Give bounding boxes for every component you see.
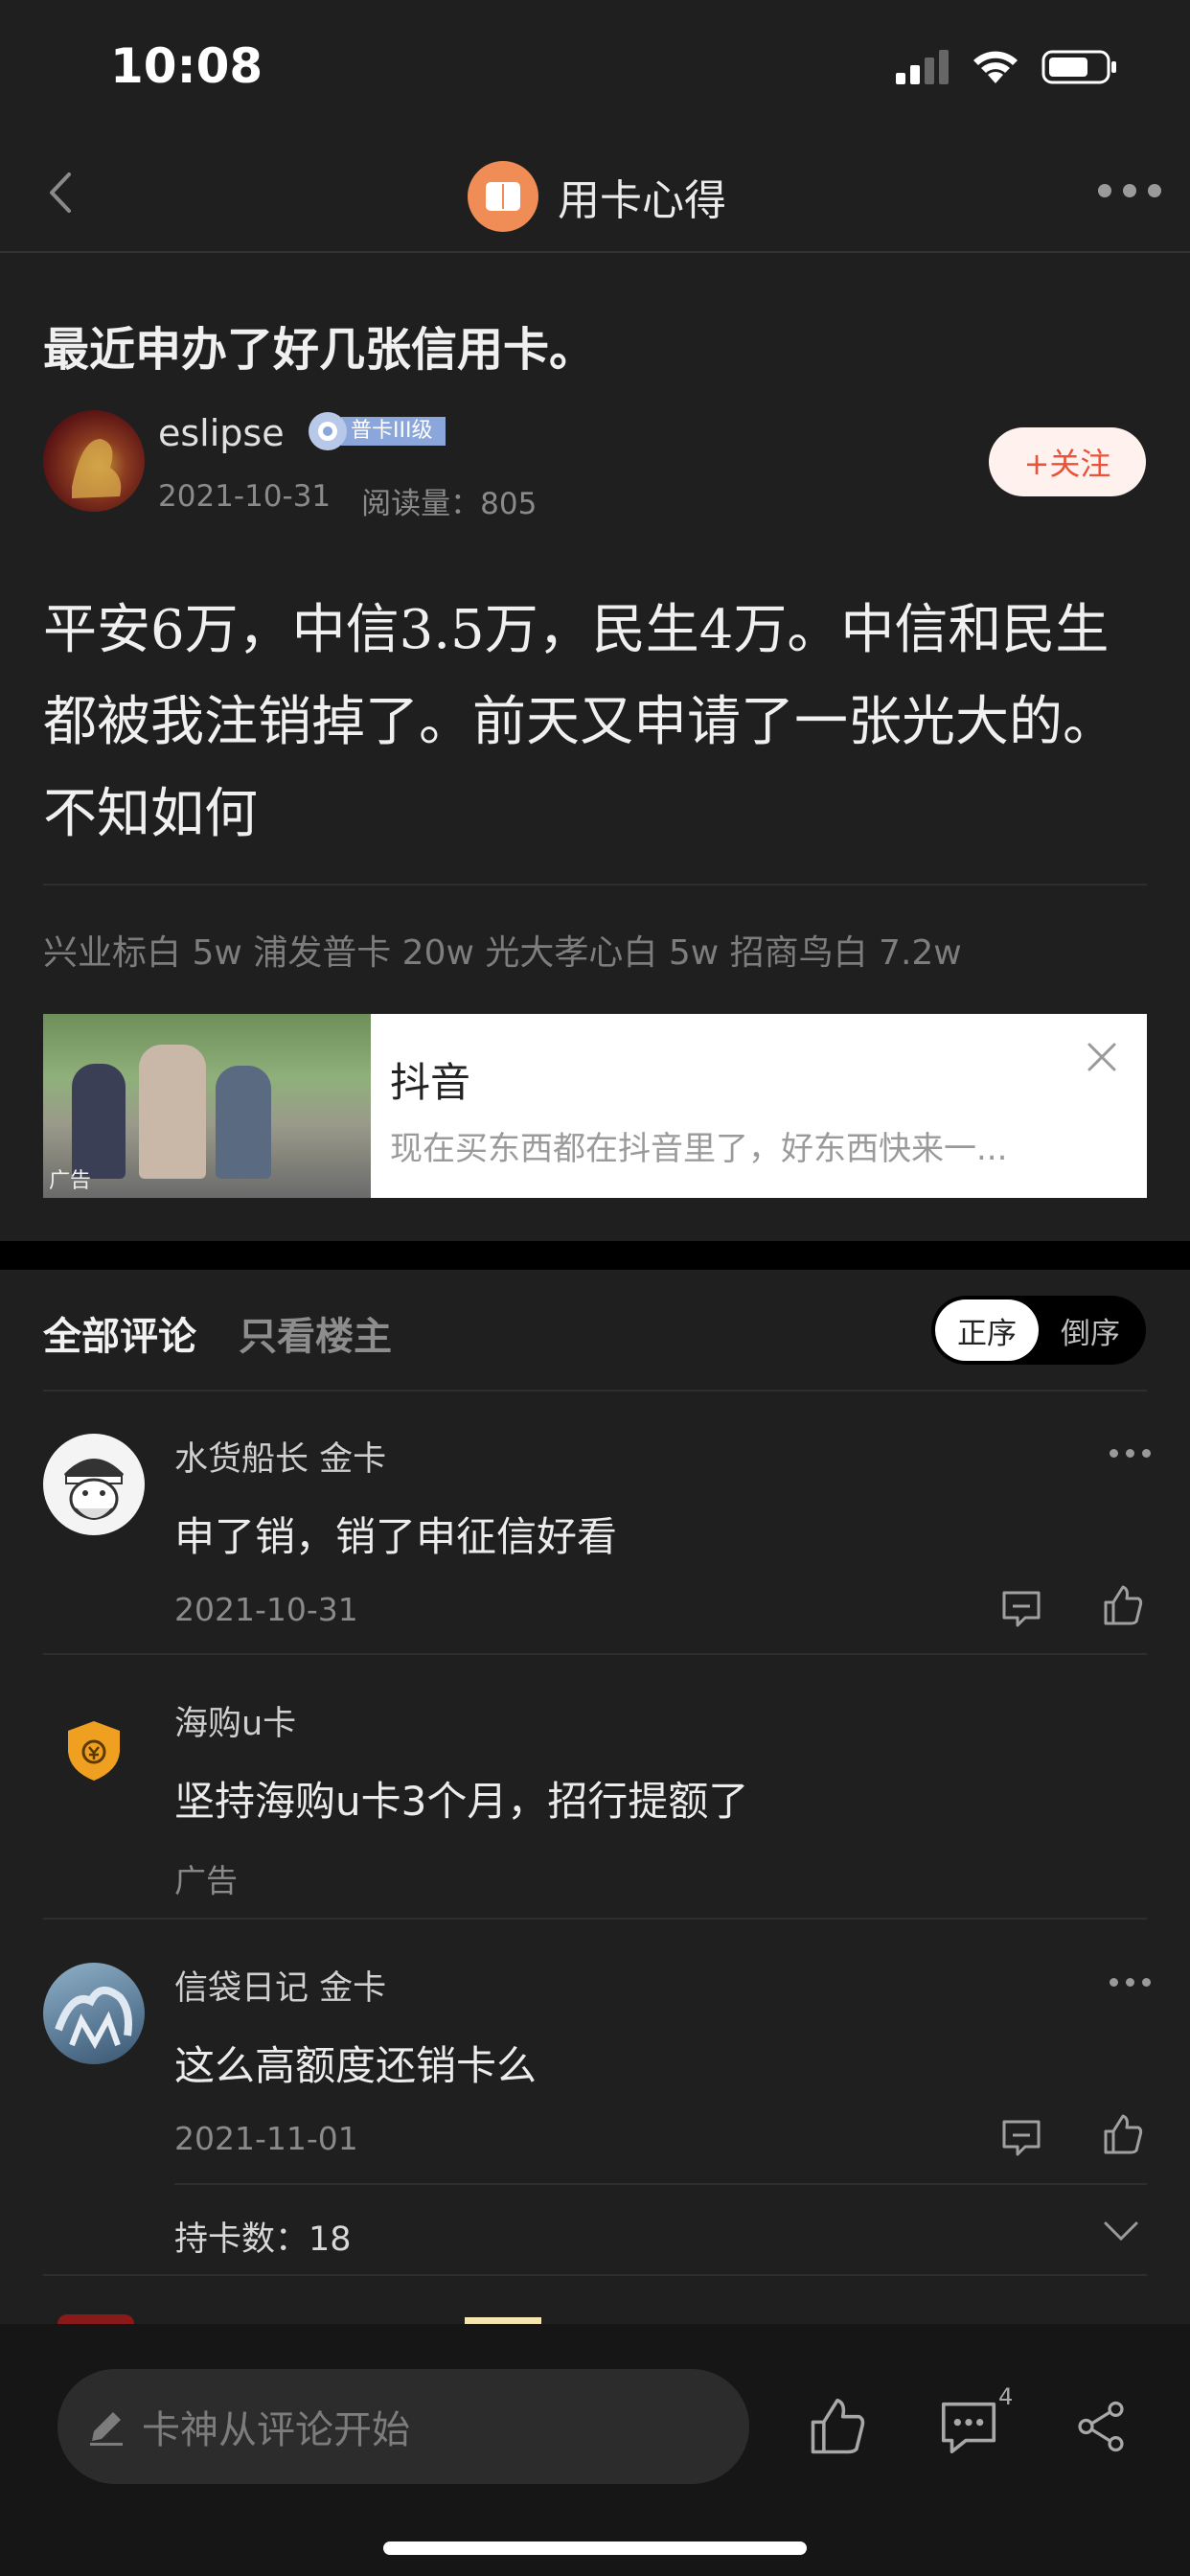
tab-all-comments[interactable]: 全部评论 [43, 1305, 196, 1361]
comment-bubble-icon[interactable] [935, 2393, 1002, 2460]
comment-date: 2021-11-01 [174, 2120, 358, 2157]
comment-text: 申了销，销了申征信好看 [174, 1513, 618, 1560]
post-signature: 兴业标白 5w 浦发普卡 20w 光大孝心白 5w 招商鸟白 7.2w [43, 933, 962, 973]
sort-descending[interactable]: 倒序 [1039, 1300, 1142, 1361]
ad-comment-text[interactable]: 坚持海购u卡3个月，招行提额了 [174, 1769, 748, 1828]
badge-star-icon [309, 412, 347, 450]
commenter-name[interactable]: 水货船长 金卡 [174, 1432, 386, 1481]
wifi-icon [973, 51, 1018, 83]
home-indicator [383, 2542, 807, 2555]
divider [43, 1653, 1147, 1655]
ad-label: 广告 [49, 1169, 92, 1193]
like-icon[interactable] [1100, 1583, 1146, 1629]
more-options-icon[interactable] [1098, 184, 1161, 197]
advertiser-avatar[interactable] [43, 1698, 145, 1800]
comment-input-placeholder: 卡神从评论开始 [142, 2408, 410, 2452]
reply-icon[interactable] [998, 1585, 1044, 1631]
post-views: 阅读量：805 [361, 487, 538, 521]
ad-title: 抖音 [390, 1059, 471, 1106]
back-arrow-icon[interactable] [38, 169, 86, 217]
divider [43, 1918, 1147, 1920]
like-post-icon[interactable] [805, 2395, 870, 2460]
advertiser-name[interactable]: 海购u卡 [174, 1696, 296, 1745]
share-icon[interactable] [1071, 2397, 1131, 2456]
divider [43, 1390, 1147, 1392]
comment-more-icon[interactable] [1110, 1978, 1151, 1987]
tab-op-only[interactable]: 只看楼主 [239, 1305, 392, 1361]
reply-icon[interactable] [998, 2114, 1044, 2160]
chevron-down-icon[interactable] [1098, 2208, 1144, 2254]
comment-date: 2021-10-31 [174, 1591, 358, 1628]
next-commenter-avatar-partial [57, 2314, 134, 2324]
signal-icon [896, 50, 949, 84]
status-time: 10:08 [110, 38, 263, 94]
badge-label: 普卡III级 [341, 417, 446, 446]
commenter-avatar[interactable] [43, 1434, 145, 1535]
card-count: 持卡数：18 [174, 2220, 352, 2259]
comment-text: 这么高额度还销卡么 [174, 2042, 538, 2089]
channel-title: 用卡心得 [558, 176, 726, 225]
close-icon[interactable] [1086, 1041, 1118, 1073]
post-title: 最近申办了好几张信用卡。 [43, 323, 596, 377]
like-icon[interactable] [1100, 2112, 1146, 2158]
comment-input[interactable]: 卡神从评论开始 [57, 2369, 749, 2484]
post-meta: 2021-10-31 阅读量：805 [158, 479, 537, 522]
sort-ascending[interactable]: 正序 [935, 1300, 1039, 1361]
author-avatar[interactable] [43, 410, 145, 512]
commenter-name[interactable]: 信袋日记 金卡 [174, 1961, 386, 2010]
post-date: 2021-10-31 [158, 479, 332, 514]
pencil-icon [90, 2412, 123, 2446]
commenter-avatar[interactable] [43, 1963, 145, 2064]
post-body: 平安6万，中信3.5万，民生4万。中信和民生都被我注销掉了。前天又申请了一张光大… [43, 599, 1116, 845]
author-name[interactable]: eslipse [158, 412, 285, 454]
comment-tabs: 全部评论 只看楼主 [43, 1305, 392, 1361]
level-badge: 普卡III级 [309, 412, 446, 450]
comment-more-icon[interactable] [1110, 1449, 1151, 1458]
section-divider [0, 1241, 1190, 1270]
ad-description: 现在买东西都在抖音里了，好东西快来一... [390, 1130, 1008, 1168]
ad-tag: 广告 [174, 1862, 238, 1899]
comment-count: 4 [998, 2383, 1014, 2410]
ad-card[interactable]: 广告 抖音 现在买东西都在抖音里了，好东西快来一... [43, 1014, 1147, 1198]
divider [43, 2274, 1147, 2276]
bottom-bar: 卡神从评论开始 4 [0, 2324, 1190, 2576]
sort-order-toggle: 正序 倒序 [931, 1296, 1146, 1365]
follow-button[interactable]: +关注 [989, 427, 1146, 496]
status-bar: 10:08 [0, 0, 1190, 134]
next-comment-badge-partial [465, 2317, 541, 2324]
divider [174, 2183, 1147, 2185]
divider [43, 884, 1147, 886]
ad-image: 广告 [43, 1014, 371, 1198]
channel-logo-icon [468, 161, 538, 232]
battery-icon [1041, 50, 1116, 84]
nav-bar: 用卡心得 [0, 134, 1190, 253]
status-icons [896, 46, 1118, 88]
nav-channel[interactable]: 用卡心得 [468, 161, 726, 232]
